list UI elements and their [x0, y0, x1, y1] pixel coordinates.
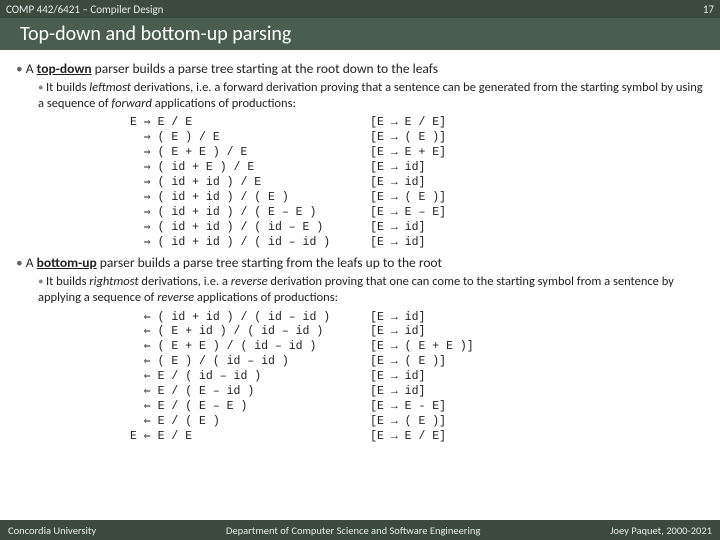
deriv-rules: [E → E / E] [E → ( E )] [E → E + E] [E →… [370, 116, 446, 250]
footer-bar: Concordia University Department of Compu… [0, 520, 720, 540]
deriv-left: ⇐ ( id + id ) / ( id – id ) ⇐ ( E + id )… [130, 311, 330, 445]
text: applications of productions: [194, 290, 338, 305]
derivation-bottomup: ⇐ ( id + id ) / ( id – id ) ⇐ ( E + id )… [130, 311, 710, 445]
header-bar: COMP 442/6421 – Compiler Design 17 [0, 0, 720, 18]
text: parser builds a parse tree starting from… [97, 254, 442, 271]
text: It builds [46, 80, 89, 95]
text: derivations, i.e. a [139, 274, 231, 289]
subbullet-leftmost: It builds leftmost derivations, i.e. a f… [38, 80, 710, 113]
slide-title: Top-down and bottom-up parsing [0, 18, 720, 50]
bullet-topdown: A top-down parser builds a parse tree st… [16, 60, 710, 78]
text: It builds [46, 274, 89, 289]
deriv-left: E ⇒ E / E ⇒ ( E ) / E ⇒ ( E + E ) / E ⇒ … [130, 116, 330, 250]
course-code: COMP 442/6421 – Compiler Design [6, 3, 163, 16]
derivation-topdown: E ⇒ E / E ⇒ ( E ) / E ⇒ ( E + E ) / E ⇒ … [130, 116, 710, 250]
term-forward: forward [111, 96, 152, 111]
content: A top-down parser builds a parse tree st… [0, 50, 720, 445]
footer-mid: Department of Computer Science and Softw… [226, 524, 480, 537]
text: parser builds a parse tree starting at t… [92, 60, 438, 77]
term-leftmost: leftmost [89, 80, 131, 95]
term-reverse2: reverse [157, 290, 194, 305]
deriv-rules: [E → id] [E → id] [E → ( E + E )] [E → (… [370, 311, 474, 445]
text: applications of productions: [152, 96, 296, 111]
bullet-bottomup: A bottom-up parser builds a parse tree s… [16, 254, 710, 272]
text: A [26, 254, 37, 271]
page-number: 17 [703, 3, 714, 16]
term-reverse1: reverse [231, 274, 268, 289]
term-bottomup: bottom-up [37, 254, 97, 271]
term-topdown: top-down [37, 60, 92, 77]
footer-right: Joey Paquet, 2000-2021 [610, 524, 712, 537]
subbullet-rightmost: It builds rightmost derivations, i.e. a … [38, 274, 710, 307]
footer-left: Concordia University [8, 524, 96, 537]
text: A [26, 60, 37, 77]
term-rightmost: rightmost [89, 274, 138, 289]
